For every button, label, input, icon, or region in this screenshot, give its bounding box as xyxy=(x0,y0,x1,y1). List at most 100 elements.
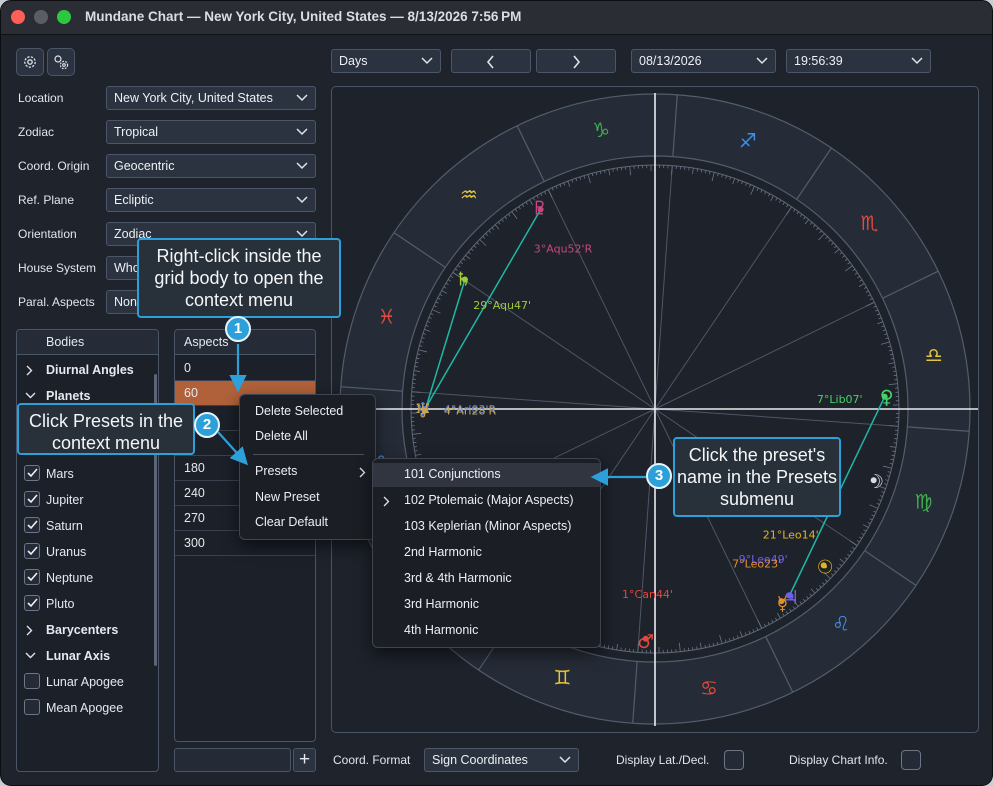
minimize-window-button[interactable] xyxy=(34,10,48,24)
aspect-row[interactable]: 0 xyxy=(175,356,315,381)
mars-glyph-icon[interactable]: ♂ xyxy=(637,631,654,653)
house-cusp-line xyxy=(637,408,656,653)
degree-tick xyxy=(741,181,744,185)
degree-tick xyxy=(494,224,500,230)
body-checkbox[interactable] xyxy=(24,517,40,533)
preset-item[interactable]: 4th Harmonic xyxy=(373,619,600,643)
degree-tick xyxy=(709,171,711,175)
body-checkbox[interactable] xyxy=(24,465,40,481)
menu-item-presets-label: Presets xyxy=(255,464,298,478)
degree-tick xyxy=(736,635,739,639)
ref-plane-select[interactable]: Ecliptic xyxy=(106,188,316,212)
date-picker[interactable]: 08/13/2026 xyxy=(631,49,776,73)
degree-tick xyxy=(435,301,439,304)
degree-tick xyxy=(711,172,715,182)
body-checkbox[interactable] xyxy=(24,569,40,585)
bodies-item-mars[interactable]: Mars xyxy=(17,461,155,487)
chevron-right-icon[interactable] xyxy=(26,365,33,376)
degree-tick xyxy=(836,566,840,570)
step-unit-select[interactable]: Days xyxy=(331,49,441,73)
degree-tick xyxy=(450,275,454,278)
chevron-down-icon[interactable] xyxy=(25,392,36,399)
bodies-table[interactable]: Bodies Diurnal AnglesPlanetsVenusSunMars… xyxy=(16,329,159,772)
mercury-glyph-icon[interactable]: ☿ xyxy=(777,593,789,615)
degree-tick xyxy=(465,254,471,260)
degree-tick xyxy=(865,290,869,293)
coord-origin-select[interactable]: Geocentric xyxy=(106,154,316,178)
degree-tick xyxy=(818,585,822,588)
chevron-down-icon[interactable] xyxy=(25,652,36,659)
bodies-item-jupiter[interactable]: Jupiter xyxy=(17,487,155,513)
zodiac-select[interactable]: Tropical xyxy=(106,120,316,144)
menu-item-clear-default[interactable]: Clear Default xyxy=(240,511,375,535)
degree-tick xyxy=(563,182,566,186)
body-checkbox[interactable] xyxy=(24,673,40,689)
bodies-item-mean-apogee[interactable]: Mean Apogee xyxy=(17,695,155,721)
degree-tick xyxy=(859,536,863,539)
menu-item-new-preset[interactable]: New Preset xyxy=(240,486,375,510)
preset-item[interactable]: 101 Conjunctions xyxy=(373,463,600,487)
close-window-button[interactable] xyxy=(11,10,25,24)
degree-tick xyxy=(704,170,707,174)
degree-tick xyxy=(607,645,610,649)
degree-tick xyxy=(856,540,860,543)
degree-tick xyxy=(889,463,893,465)
preset-item[interactable]: 2nd Harmonic xyxy=(373,541,600,565)
previous-step-button[interactable] xyxy=(451,49,531,73)
venus-glyph-icon[interactable]: ♀ xyxy=(880,387,894,409)
moon-glyph-icon[interactable]: ☽ xyxy=(867,471,884,493)
degree-tick xyxy=(737,179,740,183)
menu-item-presets[interactable]: Presets xyxy=(240,460,375,484)
bodies-item-uranus[interactable]: Uranus xyxy=(17,539,155,565)
bodies-item-neptune[interactable]: Neptune xyxy=(17,565,155,591)
degree-tick xyxy=(852,547,855,550)
display-lat-decl-checkbox[interactable] xyxy=(724,750,744,770)
bodies-category-lunar-axis[interactable]: Lunar Axis xyxy=(17,643,155,669)
zoom-window-button[interactable] xyxy=(57,10,71,24)
aspect-angle-input[interactable] xyxy=(174,748,291,772)
body-checkbox[interactable] xyxy=(24,595,40,611)
bodies-category-label: Planets xyxy=(46,389,91,403)
saturn-glyph-icon[interactable]: ♄ xyxy=(455,268,472,290)
settings-button[interactable] xyxy=(16,48,44,76)
bodies-category-label: Barycenters xyxy=(46,623,119,637)
degree-tick xyxy=(579,176,582,180)
sun-glyph-icon[interactable]: ☉ xyxy=(817,557,834,579)
menu-item-delete-selected[interactable]: Delete Selected xyxy=(240,400,375,424)
degree-tick xyxy=(708,643,711,647)
location-select[interactable]: New York City, United States xyxy=(106,86,316,110)
chevron-down-icon xyxy=(296,128,308,136)
body-checkbox[interactable] xyxy=(24,491,40,507)
preset-item[interactable]: 3rd & 4th Harmonic xyxy=(373,567,600,591)
chevron-right-icon[interactable] xyxy=(26,625,33,636)
degree-tick xyxy=(844,258,848,262)
degree-tick xyxy=(415,453,422,456)
body-checkbox[interactable] xyxy=(24,543,40,559)
preset-item[interactable]: 103 Keplerian (Minor Aspects) xyxy=(373,515,600,539)
degree-tick xyxy=(885,337,889,340)
body-checkbox[interactable] xyxy=(24,699,40,715)
display-chart-info-checkbox[interactable] xyxy=(901,750,921,770)
preset-item[interactable]: 102 Ptolemaic (Major Aspects) xyxy=(373,489,600,513)
degree-tick xyxy=(424,328,431,332)
coord-format-select[interactable]: Sign Coordinates xyxy=(424,748,579,772)
time-picker[interactable]: 19:56:39 xyxy=(786,49,931,73)
bodies-category-diurnal-angles[interactable]: Diurnal Angles xyxy=(17,357,155,383)
callout-badge-1: 1 xyxy=(225,316,251,342)
degree-tick xyxy=(612,168,614,172)
uranus-glyph-icon[interactable]: ♅ xyxy=(414,401,431,423)
bodies-item-lunar-apogee[interactable]: Lunar Apogee xyxy=(17,669,155,695)
checkmark-icon xyxy=(27,572,38,582)
next-step-button[interactable] xyxy=(536,49,616,73)
preset-item[interactable]: 3rd Harmonic xyxy=(373,593,600,617)
pluto-glyph-icon[interactable]: ♇ xyxy=(531,198,548,220)
bodies-item-pluto[interactable]: Pluto xyxy=(17,591,155,617)
chart-settings-button[interactable] xyxy=(47,48,75,76)
degree-tick xyxy=(416,357,420,360)
degree-tick xyxy=(871,514,875,517)
add-aspect-button[interactable]: + xyxy=(293,748,316,772)
bodies-category-barycenters[interactable]: Barycenters xyxy=(17,617,155,643)
bodies-item-saturn[interactable]: Saturn xyxy=(17,513,155,539)
degree-tick xyxy=(771,619,774,623)
menu-item-delete-all[interactable]: Delete All xyxy=(240,425,375,449)
